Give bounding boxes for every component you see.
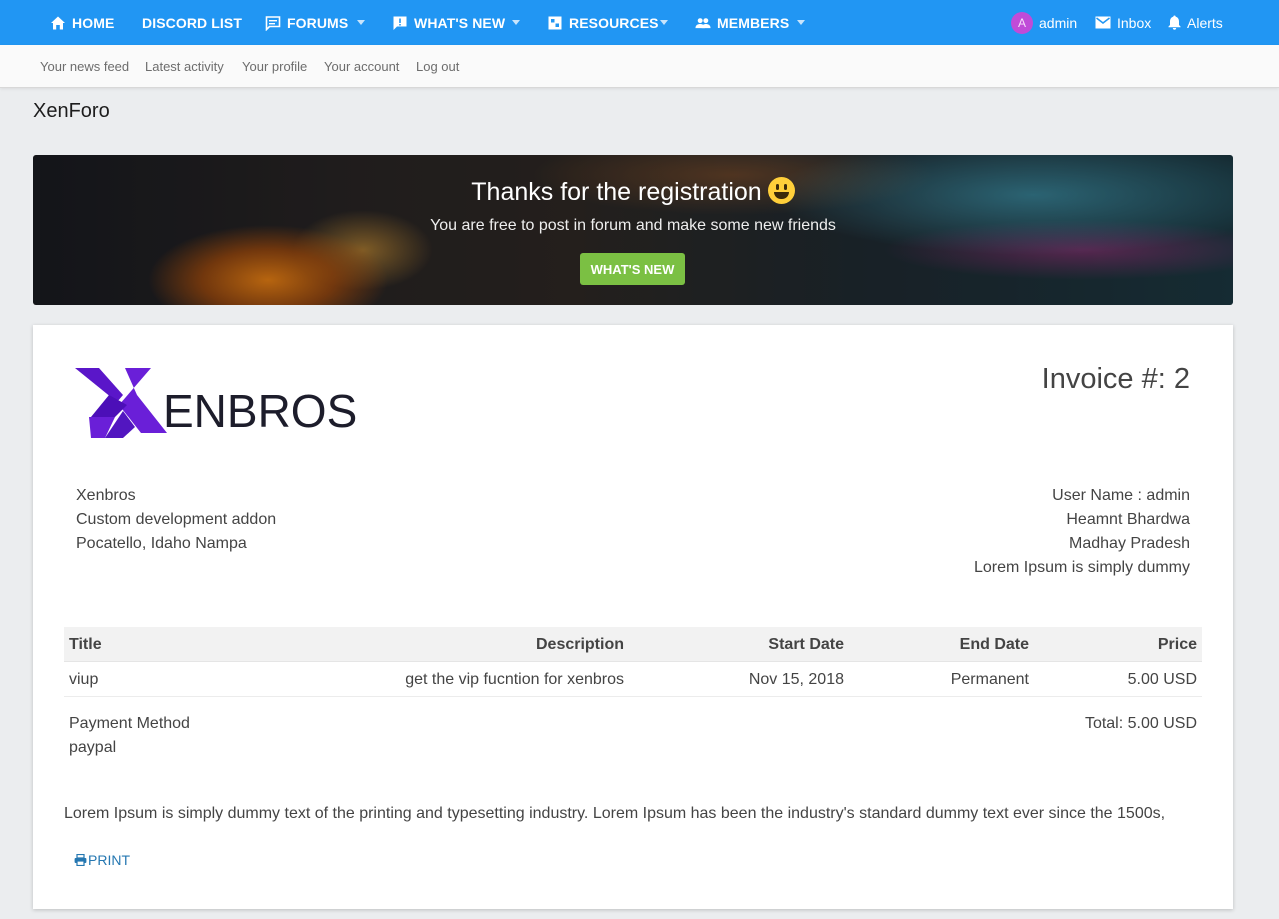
row-start-date: Nov 15, 2018 [748,670,844,688]
avatar: A [1011,11,1033,34]
payment-method-value: paypal [69,739,117,756]
invoice-total: Total: 5.00 USD [1084,715,1197,732]
buyer-username: User Name : admin [1052,487,1190,504]
seller-name: Xenbros [76,487,136,504]
print-label: PRINT [88,852,130,868]
print-button[interactable]: PRINT [74,852,130,868]
row-description: get the vip fucntion for xenbros [405,670,624,688]
welcome-banner: Thanks for the registration You are free… [33,155,1233,305]
column-header-start-date: Start Date [768,635,844,653]
payment-method: Payment Method paypal [69,712,190,760]
subnav-news-feed[interactable]: Your news feed [40,59,129,74]
chevron-down-icon [357,19,365,25]
chevron-down-icon [660,19,668,25]
nav-members-label: MEMBERS [717,14,790,31]
inbox-label: Inbox [1117,14,1152,31]
resources-icon [547,15,563,31]
chevron-down-icon [512,19,520,25]
nav-resources-label: RESOURCES [569,14,659,31]
table-row: viup get the vip fucntion for xenbros No… [64,662,1202,697]
seller-line-2: Custom development addon [76,511,277,528]
buyer-name: Heamnt Bhardwa [1066,511,1190,528]
bell-icon [1168,15,1181,30]
banner-title-text: Thanks for the registration [471,178,762,206]
table-header-row: Title Description Start Date End Date Pr… [64,627,1202,662]
column-header-title: Title [69,635,102,653]
inbox-icon [1095,16,1111,29]
row-title: viup [69,670,99,688]
payment-method-label: Payment Method [69,715,190,732]
alerts-label: Alerts [1187,14,1223,31]
column-header-end-date: End Date [959,635,1029,653]
buyer-address: User Name : admin Heamnt Bhardwa Madhay … [974,484,1190,580]
column-header-description: Description [535,635,624,653]
banner-subtitle: You are free to post in forum and make s… [430,217,836,234]
top-navigation: HOME DISCORD LIST FORUMS WHAT'S NEW RESO… [0,0,1279,45]
whats-new-button[interactable]: WHAT'S NEW [580,253,685,285]
whats-new-dropdown-caret[interactable] [509,15,523,29]
nav-whats-new[interactable]: WHAT'S NEW [392,0,505,45]
printer-icon [74,854,87,866]
members-icon [695,15,711,31]
home-icon [50,15,66,31]
forums-icon [265,15,281,31]
invoice-note: Lorem Ipsum is simply dummy text of the … [64,805,1166,822]
column-header-price: Price [1157,635,1197,653]
inbox-link[interactable]: Inbox [1095,0,1151,45]
banner-heading: Thanks for the registration [33,177,1233,207]
subnav-log-out[interactable]: Log out [416,59,459,74]
buyer-line-4: Lorem Ipsum is simply dummy [973,559,1190,576]
nav-discord-label: DISCORD LIST [142,14,242,31]
nav-members[interactable]: MEMBERS [695,0,789,45]
subnav-latest-activity[interactable]: Latest activity [145,59,224,74]
chevron-down-icon [797,19,805,25]
nav-forums-label: FORUMS [287,14,349,31]
invoice-card: ENBROS Invoice #: 2 Xenbros Custom devel… [33,325,1233,909]
whats-new-icon [392,15,408,31]
account-menu[interactable]: A admin [1011,0,1077,45]
subnav-your-profile[interactable]: Your profile [242,59,307,74]
invoice-number: Invoice #: 2 [1041,363,1190,395]
row-price: 5.00 USD [1127,670,1197,688]
nav-whats-new-label: WHAT'S NEW [414,14,506,31]
nav-home[interactable]: HOME [50,0,114,45]
resources-dropdown-caret[interactable] [657,15,671,29]
subnav-your-account[interactable]: Your account [324,59,399,74]
members-dropdown-caret[interactable] [794,15,808,29]
nav-discord-list[interactable]: DISCORD LIST [142,0,242,45]
buyer-region: Madhay Pradesh [1069,535,1190,552]
xenbros-logo: ENBROS [75,365,385,445]
seller-line-3: Pocatello, Idaho Nampa [76,535,247,552]
account-username: admin [1039,14,1078,31]
logo-wordmark: ENBROS [163,385,357,437]
nav-resources[interactable]: RESOURCES [547,0,659,45]
sub-navigation: Your news feed Latest activity Your prof… [0,45,1279,88]
invoice-table: Title Description Start Date End Date Pr… [64,627,1202,697]
row-end-date: Permanent [950,670,1029,688]
alerts-link[interactable]: Alerts [1168,0,1223,45]
nav-forums[interactable]: FORUMS [265,0,348,45]
smiley-emoji-icon [767,177,795,204]
seller-address: Xenbros Custom development addon Pocatel… [76,484,276,556]
nav-home-label: HOME [72,14,115,31]
forums-dropdown-caret[interactable] [354,15,368,29]
page-title: XenForo [33,100,110,122]
